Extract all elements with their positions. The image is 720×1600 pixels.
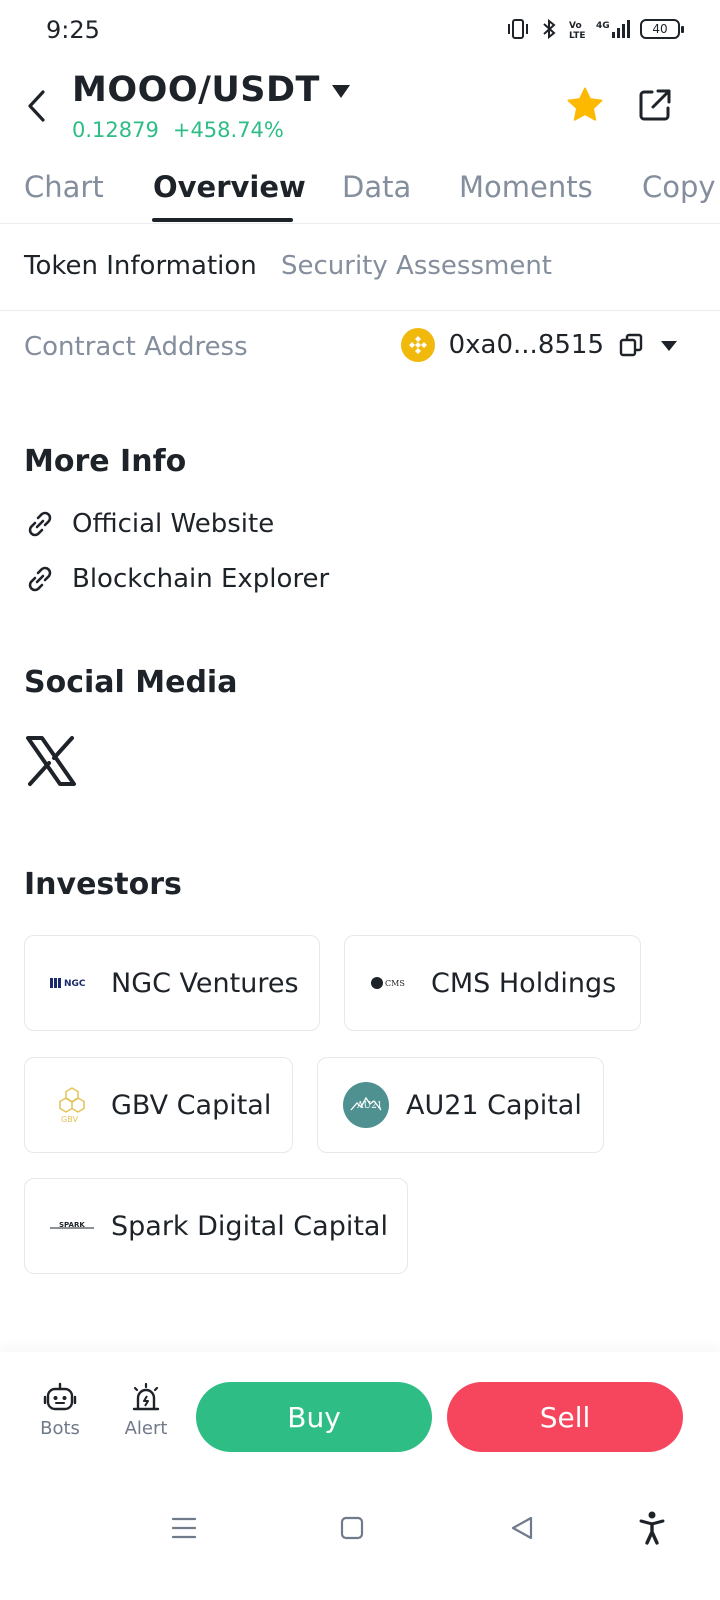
investor-name: Spark Digital Capital — [111, 1210, 388, 1242]
official-website-link[interactable]: Official Website — [24, 508, 274, 540]
subtab-security-assessment[interactable]: Security Assessment — [281, 251, 552, 281]
volte-icon: VoLTE — [569, 21, 586, 40]
status-icons: Vo LTE 4G 40 — [506, 18, 684, 40]
link-icon — [28, 566, 52, 592]
back-button[interactable] — [20, 84, 52, 128]
svg-text:CMS: CMS — [385, 979, 405, 988]
price-change: +458.74% — [172, 118, 284, 142]
blockchain-explorer-label: Blockchain Explorer — [72, 564, 330, 594]
contract-row: Contract Address 0xa0...8515 — [0, 312, 720, 388]
buy-button[interactable]: Buy — [196, 1382, 432, 1452]
investor-chip[interactable]: AU21 AU21 Capital — [317, 1057, 604, 1153]
cms-holdings-logo: CMS — [369, 973, 415, 993]
copy-icon[interactable] — [618, 332, 644, 358]
investor-chip[interactable]: NGC NGC Ventures — [24, 935, 320, 1031]
investor-chip[interactable]: GBV GBV Capital — [24, 1057, 293, 1153]
battery-icon: 40 — [640, 19, 684, 39]
favorite-button[interactable] — [564, 84, 606, 126]
robot-icon — [43, 1382, 77, 1411]
sub-tabs: Token Information Security Assessment — [0, 225, 720, 311]
subtab-token-information[interactable]: Token Information — [24, 251, 257, 281]
svg-text:NGC: NGC — [64, 979, 86, 989]
tab-chart[interactable]: Chart — [24, 170, 104, 204]
tab-data[interactable]: Data — [342, 170, 411, 204]
last-price: 0.12879 — [72, 118, 159, 142]
official-website-label: Official Website — [72, 509, 275, 539]
investor-chip[interactable]: CMS CMS Holdings — [344, 935, 641, 1031]
pair-title: MOOO/USDT — [72, 70, 320, 110]
alarm-icon — [132, 1382, 160, 1411]
svg-text:GBV: GBV — [61, 1115, 78, 1124]
sell-button[interactable]: Sell — [447, 1382, 683, 1452]
pair-selector[interactable]: MOOO/USDT — [72, 70, 350, 110]
svg-text:LTE: LTE — [569, 31, 586, 40]
caret-down-icon — [331, 84, 350, 98]
chain-dropdown-icon[interactable] — [658, 334, 680, 356]
gbv-capital-logo: GBV — [49, 1085, 95, 1125]
menu-icon — [171, 1517, 197, 1539]
contract-label: Contract Address — [24, 332, 248, 362]
tab-moments[interactable]: Moments — [459, 170, 593, 204]
investor-name: CMS Holdings — [431, 967, 617, 999]
status-time: 9:25 — [46, 16, 100, 44]
spark-digital-capital-logo: SPARK — [49, 1216, 95, 1236]
svg-text:4G: 4G — [596, 21, 610, 31]
bots-label: Bots — [40, 1418, 80, 1439]
alert-label: Alert — [124, 1418, 168, 1439]
share-button[interactable] — [636, 86, 674, 124]
link-icon — [28, 511, 52, 537]
menu-nav-button[interactable] — [164, 1508, 204, 1548]
tab-overview[interactable]: Overview — [153, 170, 306, 204]
contract-address[interactable]: 0xa0...8515 — [449, 330, 604, 360]
accessibility-icon — [639, 1511, 665, 1545]
accessibility-nav-button[interactable] — [632, 1508, 672, 1548]
investor-name: NGC Ventures — [111, 967, 299, 999]
svg-text:Vo: Vo — [569, 21, 582, 31]
svg-text:SPARK: SPARK — [59, 1221, 85, 1229]
header: MOOO/USDT 0.12879 +458.74% — [0, 62, 720, 152]
system-nav-bar — [0, 1482, 720, 1600]
svg-text:AU21: AU21 — [356, 1101, 383, 1111]
investor-name: GBV Capital — [111, 1089, 272, 1121]
main-tabs: Chart Overview Data Moments Copy — [0, 152, 720, 224]
share-icon — [639, 89, 671, 121]
signal-icon: 4G — [596, 20, 630, 38]
price-line: 0.12879 +458.74% — [72, 118, 284, 142]
active-tab-indicator — [152, 218, 293, 222]
bots-button[interactable]: Bots — [30, 1382, 90, 1439]
home-nav-button[interactable] — [332, 1508, 372, 1548]
more-info-title: More Info — [24, 444, 187, 479]
investor-chip[interactable]: SPARK Spark Digital Capital — [24, 1178, 408, 1274]
ngc-ventures-logo: NGC — [49, 973, 95, 993]
back-nav-button[interactable] — [502, 1508, 542, 1548]
investors-title: Investors — [24, 867, 182, 902]
bnb-chain-icon — [400, 328, 435, 362]
social-media-title: Social Media — [24, 665, 238, 700]
blockchain-explorer-link[interactable]: Blockchain Explorer — [24, 563, 329, 595]
investor-name: AU21 Capital — [406, 1089, 582, 1121]
alert-button[interactable]: Alert — [116, 1382, 176, 1439]
contract-value: 0xa0...8515 — [400, 328, 680, 362]
status-bar: 9:25 Vo LTE 4G 40 — [0, 0, 720, 62]
bluetooth-icon — [543, 18, 556, 40]
vibrate-icon — [508, 19, 528, 39]
back-triangle-icon — [511, 1516, 533, 1540]
tab-copy[interactable]: Copy — [642, 170, 716, 204]
x-twitter-icon[interactable] — [24, 734, 78, 788]
back-arrow-icon — [28, 90, 45, 122]
home-square-icon — [340, 1516, 364, 1540]
action-bar: Bots Alert Buy Sell — [0, 1352, 720, 1482]
au21-capital-logo: AU21 — [342, 1081, 390, 1129]
star-icon — [567, 87, 603, 121]
